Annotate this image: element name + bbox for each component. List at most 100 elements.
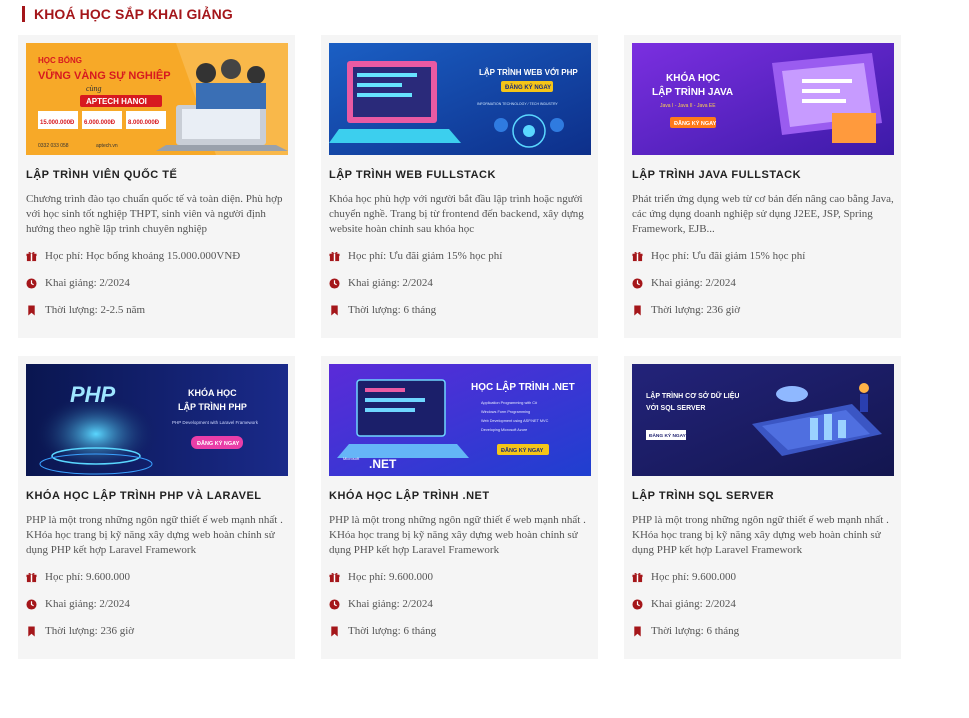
course-start: Khai giảng: 2/2024 <box>329 277 433 289</box>
clock-icon <box>329 598 340 610</box>
course-start: Khai giảng: 2/2024 <box>26 598 130 610</box>
banner-text: KHÓA HỌC <box>666 71 720 84</box>
banner-text: KHÓA HỌC <box>188 387 237 398</box>
banner-text: LẬP TRÌNH PHP <box>178 401 247 412</box>
course-title[interactable]: LẬP TRÌNH WEB FULLSTACK <box>329 169 496 181</box>
bookmark-icon <box>634 304 641 316</box>
banner-text: PHP <box>70 382 116 407</box>
course-duration-text: Thời lượng: 236 giờ <box>651 304 741 316</box>
banner-text: LẬP TRÌNH WEB VỚI PHP <box>479 68 578 77</box>
gift-icon <box>632 251 643 261</box>
section-title: KHOÁ HỌC SẮP KHAI GIẢNG <box>22 6 233 22</box>
bookmark-icon <box>28 304 35 316</box>
course-title[interactable]: LẬP TRÌNH VIÊN QUỐC TẾ <box>26 169 177 181</box>
course-title[interactable]: LẬP TRÌNH SQL SERVER <box>632 490 774 502</box>
course-start-text: Khai giảng: 2/2024 <box>348 277 433 289</box>
course-description: Khóa học phù hợp với người bắt đầu lập t… <box>329 193 584 235</box>
course-duration: Thời lượng: 236 giờ <box>26 625 134 637</box>
course-description: PHP là một trong những ngôn ngữ thiết ế … <box>26 514 283 556</box>
banner-text: HỌC LẬP TRÌNH .NET <box>471 380 575 393</box>
banner-text: INFORMATION TECHNOLOGY / TECH INDUSTRY <box>477 102 558 106</box>
clock-icon <box>632 598 643 610</box>
bookmark-icon <box>634 625 641 637</box>
course-duration-text: Thời lượng: 236 giờ <box>45 625 135 637</box>
banner-text: .NET <box>369 457 397 471</box>
banner-text: Java I - Java II - Java EE <box>660 103 716 109</box>
course-card[interactable]: PHP KHÓA HỌC LẬP TRÌNH PHP PHP Developme… <box>18 356 295 659</box>
gift-icon <box>329 251 340 261</box>
course-banner-image[interactable]: HỌC BỔNG VỮNG VÀNG SỰ NGHIỆP cùng APTECH… <box>26 43 288 155</box>
course-title[interactable]: LẬP TRÌNH JAVA FULLSTACK <box>632 169 801 181</box>
course-duration-text: Thời lượng: 6 tháng <box>348 625 437 637</box>
course-description: Phát triển ứng dụng web từ cơ bản đến nâ… <box>632 193 894 235</box>
course-fee-text: Học phí: 9.600.000 <box>651 571 736 583</box>
banner-text: 8.000.000Đ <box>128 120 160 126</box>
banner-text: ĐĂNG KÝ NGAY <box>501 447 544 454</box>
banner-text: LẬP TRÌNH JAVA <box>652 85 733 98</box>
course-fee: Học phí: 9.600.000 <box>329 571 433 583</box>
course-card[interactable]: HỌC BỔNG VỮNG VÀNG SỰ NGHIỆP cùng APTECH… <box>18 35 295 338</box>
course-card[interactable]: Microsoft .NET HỌC LẬP TRÌNH .NET Applic… <box>321 356 598 659</box>
course-fee-text: Học phí: Học bổng khoảng 15.000.000VNĐ <box>45 250 241 262</box>
banner-text: Developing Microsoft Azure <box>481 428 527 432</box>
banner-text: ĐĂNG KÝ NGAY <box>197 440 240 447</box>
banner-text: ĐĂNG KÝ NGAY <box>505 84 551 91</box>
course-start: Khai giảng: 2/2024 <box>329 598 433 610</box>
course-description: Chương trình đào tạo chuẩn quốc tế và to… <box>26 193 283 235</box>
gift-icon <box>26 251 37 261</box>
course-banner-image[interactable]: KHÓA HỌC LẬP TRÌNH JAVA Java I - Java II… <box>632 43 894 155</box>
banner-text: VỚI SQL SERVER <box>646 403 705 412</box>
course-duration-text: Thời lượng: 6 tháng <box>651 625 740 637</box>
course-title[interactable]: KHÓA HỌC LẬP TRÌNH .NET <box>329 490 490 502</box>
course-fee-text: Học phí: 9.600.000 <box>45 571 130 583</box>
course-start-text: Khai giảng: 2/2024 <box>651 598 736 610</box>
banner-text: Microsoft <box>343 456 360 461</box>
course-start: Khai giảng: 2/2024 <box>26 277 130 289</box>
course-start-text: Khai giảng: 2/2024 <box>651 277 736 289</box>
clock-icon <box>329 277 340 289</box>
course-card[interactable]: KHÓA HỌC LẬP TRÌNH JAVA Java I - Java II… <box>624 35 901 338</box>
course-duration: Thời lượng: 236 giờ <box>632 304 740 316</box>
banner-text: APTECH HANOI <box>86 97 147 106</box>
bookmark-icon <box>28 625 35 637</box>
course-duration: Thời lượng: 6 tháng <box>632 625 739 637</box>
clock-icon <box>26 277 37 289</box>
banner-text: cùng <box>86 84 102 93</box>
course-grid: HỌC BỔNG VỮNG VÀNG SỰ NGHIỆP cùng APTECH… <box>18 35 902 659</box>
bookmark-icon <box>331 304 338 316</box>
gift-icon <box>26 572 37 582</box>
course-fee-text: Học phí: 9.600.000 <box>348 571 433 583</box>
banner-text: VỮNG VÀNG SỰ NGHIỆP <box>38 69 171 82</box>
clock-icon <box>26 598 37 610</box>
course-banner-image[interactable]: PHP KHÓA HỌC LẬP TRÌNH PHP PHP Developme… <box>26 364 288 476</box>
banner-text: LẬP TRÌNH CƠ SỞ DỮ LIỆU <box>646 391 739 400</box>
course-banner-image[interactable]: Microsoft .NET HỌC LẬP TRÌNH .NET Applic… <box>329 364 591 476</box>
course-card[interactable]: LẬP TRÌNH WEB VỚI PHP ĐĂNG KÝ NGAY INFOR… <box>321 35 598 338</box>
course-fee-text: Học phí: Ưu đãi giảm 15% học phí <box>348 250 503 262</box>
course-fee: Học phí: Ưu đãi giảm 15% học phí <box>632 250 805 262</box>
course-duration: Thời lượng: 6 tháng <box>329 304 436 316</box>
course-duration-text: Thời lượng: 2-2.5 năm <box>45 304 146 316</box>
course-description: PHP là một trong những ngôn ngữ thiết ế … <box>632 514 889 556</box>
banner-text: 0332 033 058 <box>38 143 69 149</box>
course-fee-text: Học phí: Ưu đãi giảm 15% học phí <box>651 250 806 262</box>
banner-text: HỌC BỔNG <box>38 56 82 65</box>
course-duration-text: Thời lượng: 6 tháng <box>348 304 437 316</box>
course-duration: Thời lượng: 6 tháng <box>329 625 436 637</box>
course-start-text: Khai giảng: 2/2024 <box>45 598 130 610</box>
course-start: Khai giảng: 2/2024 <box>632 277 736 289</box>
course-start-text: Khai giảng: 2/2024 <box>348 598 433 610</box>
course-fee: Học phí: 9.600.000 <box>26 571 130 583</box>
course-card[interactable]: LẬP TRÌNH CƠ SỞ DỮ LIỆU VỚI SQL SERVER Đ… <box>624 356 901 659</box>
course-banner-image[interactable]: LẬP TRÌNH WEB VỚI PHP ĐĂNG KÝ NGAY INFOR… <box>329 43 591 155</box>
banner-text: Windows Form Programming <box>481 410 530 414</box>
course-duration: Thời lượng: 2-2.5 năm <box>26 304 145 316</box>
course-banner-image[interactable]: LẬP TRÌNH CƠ SỞ DỮ LIỆU VỚI SQL SERVER Đ… <box>632 364 894 476</box>
bookmark-icon <box>331 625 338 637</box>
course-title[interactable]: KHÓA HỌC LẬP TRÌNH PHP VÀ LARAVEL <box>26 490 262 502</box>
banner-text: 15.000.000Đ <box>40 120 75 126</box>
course-fee: Học phí: Học bổng khoảng 15.000.000VNĐ <box>26 250 240 262</box>
banner-text: ĐĂNG KÝ NGAY <box>674 120 717 127</box>
clock-icon <box>632 277 643 289</box>
course-fee: Học phí: Ưu đãi giảm 15% học phí <box>329 250 502 262</box>
